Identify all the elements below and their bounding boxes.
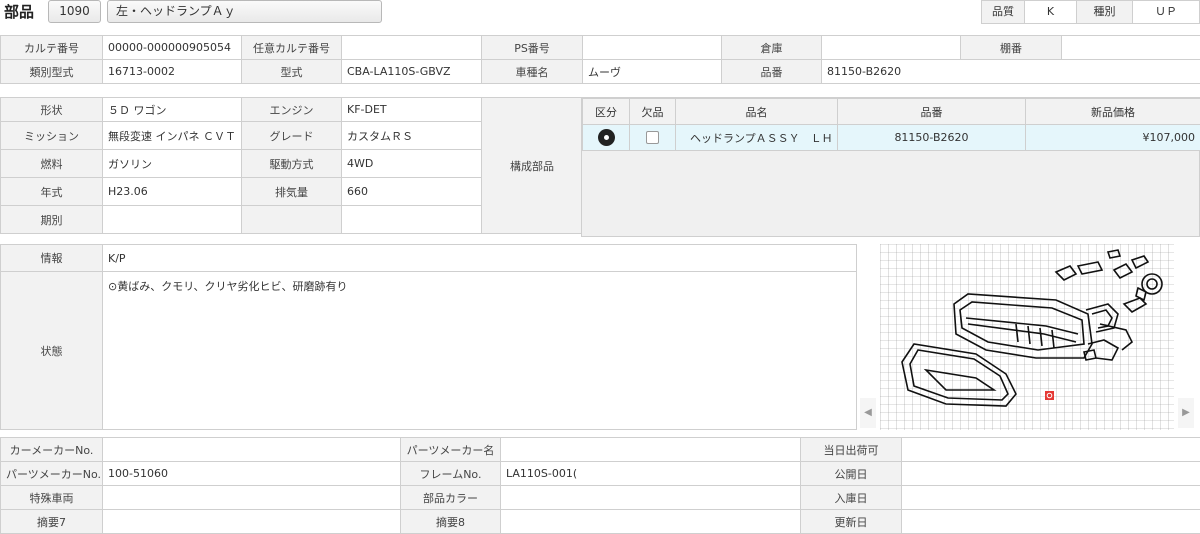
- frame-no-label: フレームNo.: [400, 461, 501, 486]
- mission-value: 無段変速 インパネ ＣＶＴ: [102, 121, 242, 150]
- info-table: 情報 K/P 状態 ⊙黄ばみ、クモリ、クリヤ劣化ヒビ、研磨跡有り: [0, 244, 857, 430]
- ship-today-value: [901, 437, 1200, 462]
- shelf-label: 棚番: [960, 35, 1062, 60]
- engine-label: エンジン: [241, 97, 342, 122]
- publish-date-value: [901, 461, 1200, 486]
- car-name-value: ムーヴ: [582, 59, 722, 84]
- stock-in-date-label: 入庫日: [800, 485, 902, 510]
- year-value: H23.06: [102, 177, 242, 206]
- note8-value: [500, 509, 801, 534]
- headlamp-diagram: [880, 244, 1174, 430]
- class-model-label: 類別型式: [0, 59, 103, 84]
- frame-no-value: LA110S-001(: [500, 461, 801, 486]
- part-name-cell: ヘッドランプＡＳＳＹ ＬＨ: [675, 124, 838, 151]
- disc-icon: [597, 129, 615, 146]
- karte-info-table: カルテ番号 00000-000000905054 任意カルテ番号 PS番号 倉庫…: [0, 35, 1200, 84]
- car-name-label: 車種名: [481, 59, 583, 84]
- drive-value: 4WD: [341, 149, 482, 178]
- empty-label: [241, 205, 342, 234]
- year-label: 年式: [0, 177, 103, 206]
- components-panel: 区分 欠品 品名 品番 新品価格 ヘッドランプＡＳＳＹ ＬＨ 81150-B26…: [581, 97, 1200, 237]
- marker-badge: [1045, 391, 1054, 400]
- part-no-label: 品番: [721, 59, 822, 84]
- note8-label: 摘要8: [400, 509, 501, 534]
- ship-today-label: 当日出荷可: [800, 437, 902, 462]
- warehouse-value: [821, 35, 961, 60]
- part-no-value: 81150-B2620: [821, 59, 1200, 84]
- engine-value: KF-DET: [341, 97, 482, 122]
- price-cell: ¥107,000: [1025, 124, 1200, 151]
- col-header-missing[interactable]: 欠品: [629, 98, 676, 125]
- part-image-viewer[interactable]: ◀ ▶: [856, 244, 1200, 430]
- vehicle-spec-table: 形状 ５Ｄ ワゴン エンジン KF-DET 構成部品 ミッション 無段変速 イン…: [0, 97, 583, 234]
- drive-label: 駆動方式: [241, 149, 342, 178]
- shelf-value: [1061, 35, 1200, 60]
- table-row[interactable]: ヘッドランプＡＳＳＹ ＬＨ 81150-B2620 ¥107,000: [582, 124, 1200, 151]
- period-value: [102, 205, 242, 234]
- info-label: 情報: [0, 244, 103, 272]
- parts-maker-name-value: [500, 437, 801, 462]
- missing-checkbox[interactable]: [646, 131, 659, 145]
- mission-label: ミッション: [0, 121, 103, 150]
- grade-value: カスタムＲＳ: [341, 121, 482, 150]
- displacement-value: 660: [341, 177, 482, 206]
- part-color-value: [500, 485, 801, 510]
- note7-label: 摘要7: [0, 509, 103, 534]
- part-no-cell: 81150-B2620: [837, 124, 1026, 151]
- shape-label: 形状: [0, 97, 103, 122]
- components-label: 構成部品: [481, 97, 583, 234]
- period-label: 期別: [0, 205, 103, 234]
- quality-label: 品質: [981, 0, 1025, 24]
- displacement-label: 排気量: [241, 177, 342, 206]
- parts-detail-table: カーメーカーNo. パーツメーカー名 当日出荷可 パーツメーカーNo. 100-…: [0, 437, 1200, 534]
- col-header-part-no[interactable]: 品番: [837, 98, 1026, 125]
- optional-karte-label: 任意カルテ番号: [241, 35, 342, 60]
- part-code-field[interactable]: 1090: [48, 0, 101, 23]
- car-maker-no-value: [102, 437, 401, 462]
- stock-in-date-value: [901, 485, 1200, 510]
- optional-karte-value: [341, 35, 482, 60]
- karte-no-label: カルテ番号: [0, 35, 103, 60]
- parts-maker-no-label: パーツメーカーNo.: [0, 461, 103, 486]
- shape-value: ５Ｄ ワゴン: [102, 97, 242, 122]
- condition-value: ⊙黄ばみ、クモリ、クリヤ劣化ヒビ、研磨跡有り: [102, 271, 857, 430]
- fuel-value: ガソリン: [102, 149, 242, 178]
- parts-maker-no-value: 100-51060: [102, 461, 401, 486]
- special-vehicle-label: 特殊車両: [0, 485, 103, 510]
- grade-label: グレード: [241, 121, 342, 150]
- publish-date-label: 公開日: [800, 461, 902, 486]
- condition-label: 状態: [0, 271, 103, 430]
- note7-value: [102, 509, 401, 534]
- page-title: 部品: [4, 3, 35, 21]
- warehouse-label: 倉庫: [721, 35, 822, 60]
- components-table: 区分 欠品 品名 品番 新品価格 ヘッドランプＡＳＳＹ ＬＨ 81150-B26…: [582, 98, 1200, 151]
- col-header-name[interactable]: 品名: [675, 98, 838, 125]
- update-date-label: 更新日: [800, 509, 902, 534]
- part-name-field[interactable]: 左・ヘッドランプＡｙ: [107, 0, 382, 23]
- chevron-left-icon[interactable]: ◀: [860, 398, 876, 428]
- car-maker-no-label: カーメーカーNo.: [0, 437, 103, 462]
- karte-no-value: 00000-000000905054: [102, 35, 242, 60]
- class-model-value: 16713-0002: [102, 59, 242, 84]
- ps-no-value: [582, 35, 722, 60]
- model-label: 型式: [241, 59, 342, 84]
- type-value: ＵＰ: [1132, 0, 1200, 24]
- type-label: 種別: [1076, 0, 1133, 24]
- quality-value: K: [1024, 0, 1077, 24]
- info-value: K/P: [102, 244, 857, 272]
- category-cell: [582, 124, 630, 151]
- part-color-label: 部品カラー: [400, 485, 501, 510]
- col-header-category[interactable]: 区分: [582, 98, 630, 125]
- missing-cell: [629, 124, 676, 151]
- model-value: CBA-LA110S-GBVZ: [341, 59, 482, 84]
- chevron-right-icon[interactable]: ▶: [1178, 398, 1194, 428]
- parts-maker-name-label: パーツメーカー名: [400, 437, 501, 462]
- ps-no-label: PS番号: [481, 35, 583, 60]
- col-header-price[interactable]: 新品価格: [1025, 98, 1200, 125]
- empty-value: [341, 205, 482, 234]
- update-date-value: [901, 509, 1200, 534]
- special-vehicle-value: [102, 485, 401, 510]
- fuel-label: 燃料: [0, 149, 103, 178]
